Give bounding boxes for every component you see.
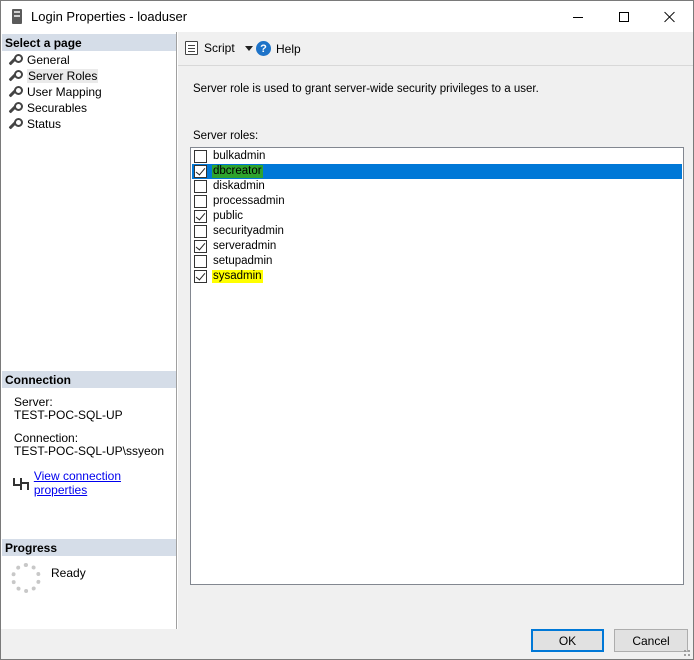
role-row-setupadmin[interactable]: setupadmin [192, 254, 682, 269]
wrench-icon [7, 53, 23, 67]
progress-header: Progress [2, 539, 176, 557]
role-row-public[interactable]: public [192, 209, 682, 224]
role-row-dbcreator[interactable]: dbcreator [192, 164, 682, 179]
page-item-server-roles[interactable]: Server Roles [7, 68, 102, 84]
page-item-label: User Mapping [27, 85, 102, 99]
role-checkbox[interactable] [194, 225, 207, 238]
wrench-icon [7, 117, 23, 131]
minimize-icon [573, 17, 583, 18]
connection-plug-icon [12, 476, 29, 490]
role-row-bulkadmin[interactable]: bulkadmin [192, 149, 682, 164]
resize-grip[interactable] [683, 649, 691, 657]
left-pane: Select a page General Server Roles User … [1, 32, 177, 629]
role-checkbox[interactable] [194, 195, 207, 208]
progress-status: Ready [11, 563, 86, 593]
role-row-serveradmin[interactable]: serveradmin [192, 239, 682, 254]
cancel-button[interactable]: Cancel [614, 629, 688, 652]
connection-value: TEST-POC-SQL-UP\ssyeon [14, 444, 165, 458]
help-button[interactable]: ? Help [256, 41, 301, 56]
login-properties-dialog: Login Properties - loaduser Select a pag… [0, 0, 694, 660]
page-item-label: Server Roles [27, 69, 99, 83]
minimize-button[interactable] [555, 1, 601, 32]
page-list: General Server Roles User Mapping Secura… [7, 52, 102, 132]
page-item-label: Status [27, 117, 62, 131]
role-name: serveradmin [213, 240, 277, 252]
role-name: dbcreator [212, 165, 263, 178]
server-roles-list[interactable]: bulkadmin dbcreator diskadmin processadm… [190, 147, 684, 585]
close-button[interactable] [647, 1, 693, 32]
server-roles-label: Server roles: [193, 130, 259, 142]
server-value: TEST-POC-SQL-UP [14, 408, 123, 422]
select-page-header: Select a page [2, 34, 176, 52]
main-pane: Script ? Help Server role is used to gra… [178, 32, 693, 629]
connection-header: Connection [2, 371, 176, 389]
role-checkbox[interactable] [194, 210, 207, 223]
role-row-sysadmin[interactable]: sysadmin [192, 269, 682, 284]
role-name: sysadmin [212, 270, 263, 283]
role-name: processadmin [213, 195, 285, 207]
role-row-diskadmin[interactable]: diskadmin [192, 179, 682, 194]
role-name: public [213, 210, 244, 222]
progress-spinner-icon [11, 563, 41, 593]
script-icon [185, 41, 198, 55]
maximize-button[interactable] [601, 1, 647, 32]
server-icon [12, 9, 22, 24]
role-checkbox[interactable] [194, 255, 207, 268]
help-label: Help [276, 41, 301, 56]
page-item-label: General [27, 53, 70, 67]
role-name: bulkadmin [213, 150, 266, 162]
ok-button[interactable]: OK [531, 629, 604, 652]
view-connection-row: View connection properties [12, 469, 176, 497]
view-connection-properties-link[interactable]: View connection properties [34, 469, 176, 497]
role-checkbox[interactable] [194, 240, 207, 253]
window-title: Login Properties - loaduser [31, 9, 188, 24]
page-item-user-mapping[interactable]: User Mapping [7, 84, 102, 100]
role-name: setupadmin [213, 255, 273, 267]
dialog-footer: OK Cancel [1, 629, 693, 659]
close-icon [664, 11, 676, 23]
role-checkbox[interactable] [194, 165, 207, 178]
page-item-status[interactable]: Status [7, 116, 102, 132]
role-name: diskadmin [213, 180, 265, 192]
title-bar: Login Properties - loaduser [1, 1, 693, 32]
maximize-icon [619, 11, 629, 22]
wrench-icon [7, 101, 23, 115]
page-item-general[interactable]: General [7, 52, 102, 68]
chevron-down-icon[interactable] [244, 45, 253, 51]
wrench-icon [7, 69, 23, 83]
script-label: Script [204, 41, 235, 55]
page-item-securables[interactable]: Securables [7, 100, 102, 116]
role-checkbox[interactable] [194, 180, 207, 193]
progress-status-text: Ready [51, 566, 86, 580]
role-row-processadmin[interactable]: processadmin [192, 194, 682, 209]
role-checkbox[interactable] [194, 150, 207, 163]
page-item-label: Securables [27, 101, 88, 115]
toolbar: Script ? Help [178, 32, 693, 66]
role-row-securityadmin[interactable]: securityadmin [192, 224, 682, 239]
role-name: securityadmin [213, 225, 284, 237]
script-button[interactable]: Script [185, 41, 253, 55]
connection-info: Server: TEST-POC-SQL-UP Connection: TEST… [14, 396, 164, 468]
role-checkbox[interactable] [194, 270, 207, 283]
help-icon: ? [256, 41, 271, 56]
wrench-icon [7, 85, 23, 99]
page-description: Server role is used to grant server-wide… [193, 83, 539, 95]
